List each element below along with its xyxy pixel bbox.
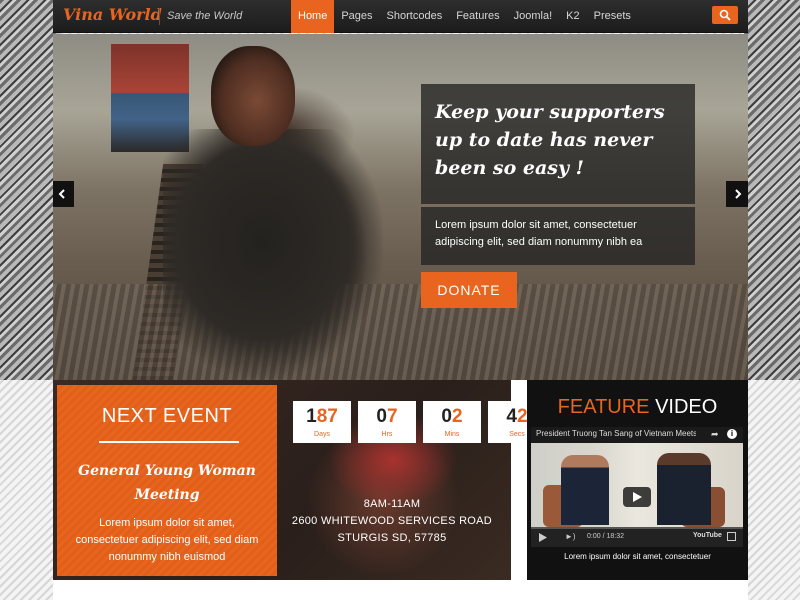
event-time: 8AM-11AM [363,498,421,510]
search-button[interactable] [712,6,738,24]
countdown-minutes-value: 2 [452,406,463,427]
left-background-photo [0,0,60,380]
video-progress-bar[interactable] [531,527,743,529]
video-play-button[interactable] [623,487,651,507]
hero-title: Keep your supporters up to date has neve… [435,101,665,179]
chevron-right-icon [735,189,742,199]
video-controls: ►) 0:00 / 18:32 YouTube [531,527,743,547]
play-icon[interactable] [539,533,547,542]
video-time: 0:00 / 18:32 [587,533,624,540]
countdown-days-first-digit: 1 [306,406,317,427]
site-tagline: Save the World [167,10,243,22]
event-info: 8AM-11AM 2600 WHITEWOOD SERVICES ROAD ST… [287,496,497,547]
site-logo[interactable]: Vina World [63,5,162,24]
play-icon [633,492,642,502]
right-background-photo [744,0,800,380]
hero-caption-box: Keep your supporters up to date has neve… [421,84,695,204]
lower-section: NEXT EVENT General Young Woman Meeting L… [53,380,748,600]
hero-slider: Keep your supporters up to date has neve… [53,34,748,380]
slider-next-button[interactable] [726,181,748,207]
event-description: Lorem ipsum dolor sit amet, consectetuer… [75,517,259,563]
nav-item-presets[interactable]: Presets [587,0,638,33]
page-container: Vina World Save the World Home Pages Sho… [53,0,748,600]
hero-photo-child [163,129,383,379]
hero-text: Lorem ipsum dolor sit amet, consectetuer… [421,207,695,265]
video-thumbnail [531,443,743,527]
share-icon[interactable]: ➦ [711,429,719,440]
main-menu: Home Pages Shortcodes Features Joomla! K… [291,0,638,33]
video-caption: Lorem ipsum dolor sit amet, consectetuer [564,552,711,561]
event-heading-underline [99,441,239,443]
video-scene-person-left [561,455,609,525]
youtube-logo[interactable]: YouTube [693,532,722,539]
countdown-seconds-first-digit: 4 [506,406,517,427]
event-countdown: 187 Days 07 Hrs 02 Mins 42 Secs [293,401,546,443]
countdown-days-value: 87 [316,406,338,427]
nav-item-joomla[interactable]: Joomla! [507,0,560,33]
countdown-minutes: 02 Mins [423,401,481,443]
hero-photo-child-head [211,46,295,146]
event-address-line1: 2600 WHITEWOOD SERVICES ROAD [291,515,493,527]
info-icon[interactable]: i [727,429,737,439]
event-panel: NEXT EVENT General Young Woman Meeting L… [53,380,546,580]
countdown-minutes-first-digit: 0 [441,406,452,427]
hero-photo-ground [53,284,748,380]
video-topbar: President Truong Tan Sang of Vietnam Mee… [531,427,743,443]
donate-button[interactable]: DONATE [421,272,517,308]
countdown-hours-label: Hrs [381,431,393,438]
countdown-hours: 07 Hrs [358,401,416,443]
search-icon [719,9,731,21]
nav-item-k2[interactable]: K2 [559,0,586,33]
event-heading: NEXT EVENT [101,405,233,427]
logo-divider [159,8,160,25]
event-card: NEXT EVENT General Young Woman Meeting L… [57,385,277,576]
feature-video-heading-accent: FEATURE [557,396,650,418]
nav-item-pages[interactable]: Pages [334,0,379,33]
feature-video-panel: FEATURE VIDEO President Truong Tan Sang … [527,380,748,580]
event-title[interactable]: General Young Woman Meeting [67,459,267,507]
video-title[interactable]: President Truong Tan Sang of Vietnam Mee… [536,429,696,438]
countdown-hours-value: 7 [387,406,398,427]
feature-video-heading: FEATURE VIDEO [527,396,748,419]
countdown-seconds-value: 2 [517,406,528,427]
slider-prev-button[interactable] [53,181,74,207]
countdown-days: 187 Days [293,401,351,443]
countdown-days-label: Days [314,431,330,438]
nav-item-features[interactable]: Features [449,0,506,33]
video-scene-person-right [657,453,711,525]
nav-item-home[interactable]: Home [291,0,335,33]
fullscreen-icon[interactable] [727,532,736,541]
video-player[interactable]: President Truong Tan Sang of Vietnam Mee… [531,427,743,547]
chevron-left-icon [58,189,65,199]
nav-item-shortcodes[interactable]: Shortcodes [380,0,450,33]
event-address-line2: STURGIS SD, 57785 [337,532,447,544]
top-navbar: Vina World Save the World Home Pages Sho… [53,0,748,33]
countdown-hours-first-digit: 0 [376,406,387,427]
countdown-minutes-label: Mins [444,431,460,438]
volume-icon[interactable]: ►) [565,532,576,541]
feature-video-heading-rest: VIDEO [655,396,718,418]
